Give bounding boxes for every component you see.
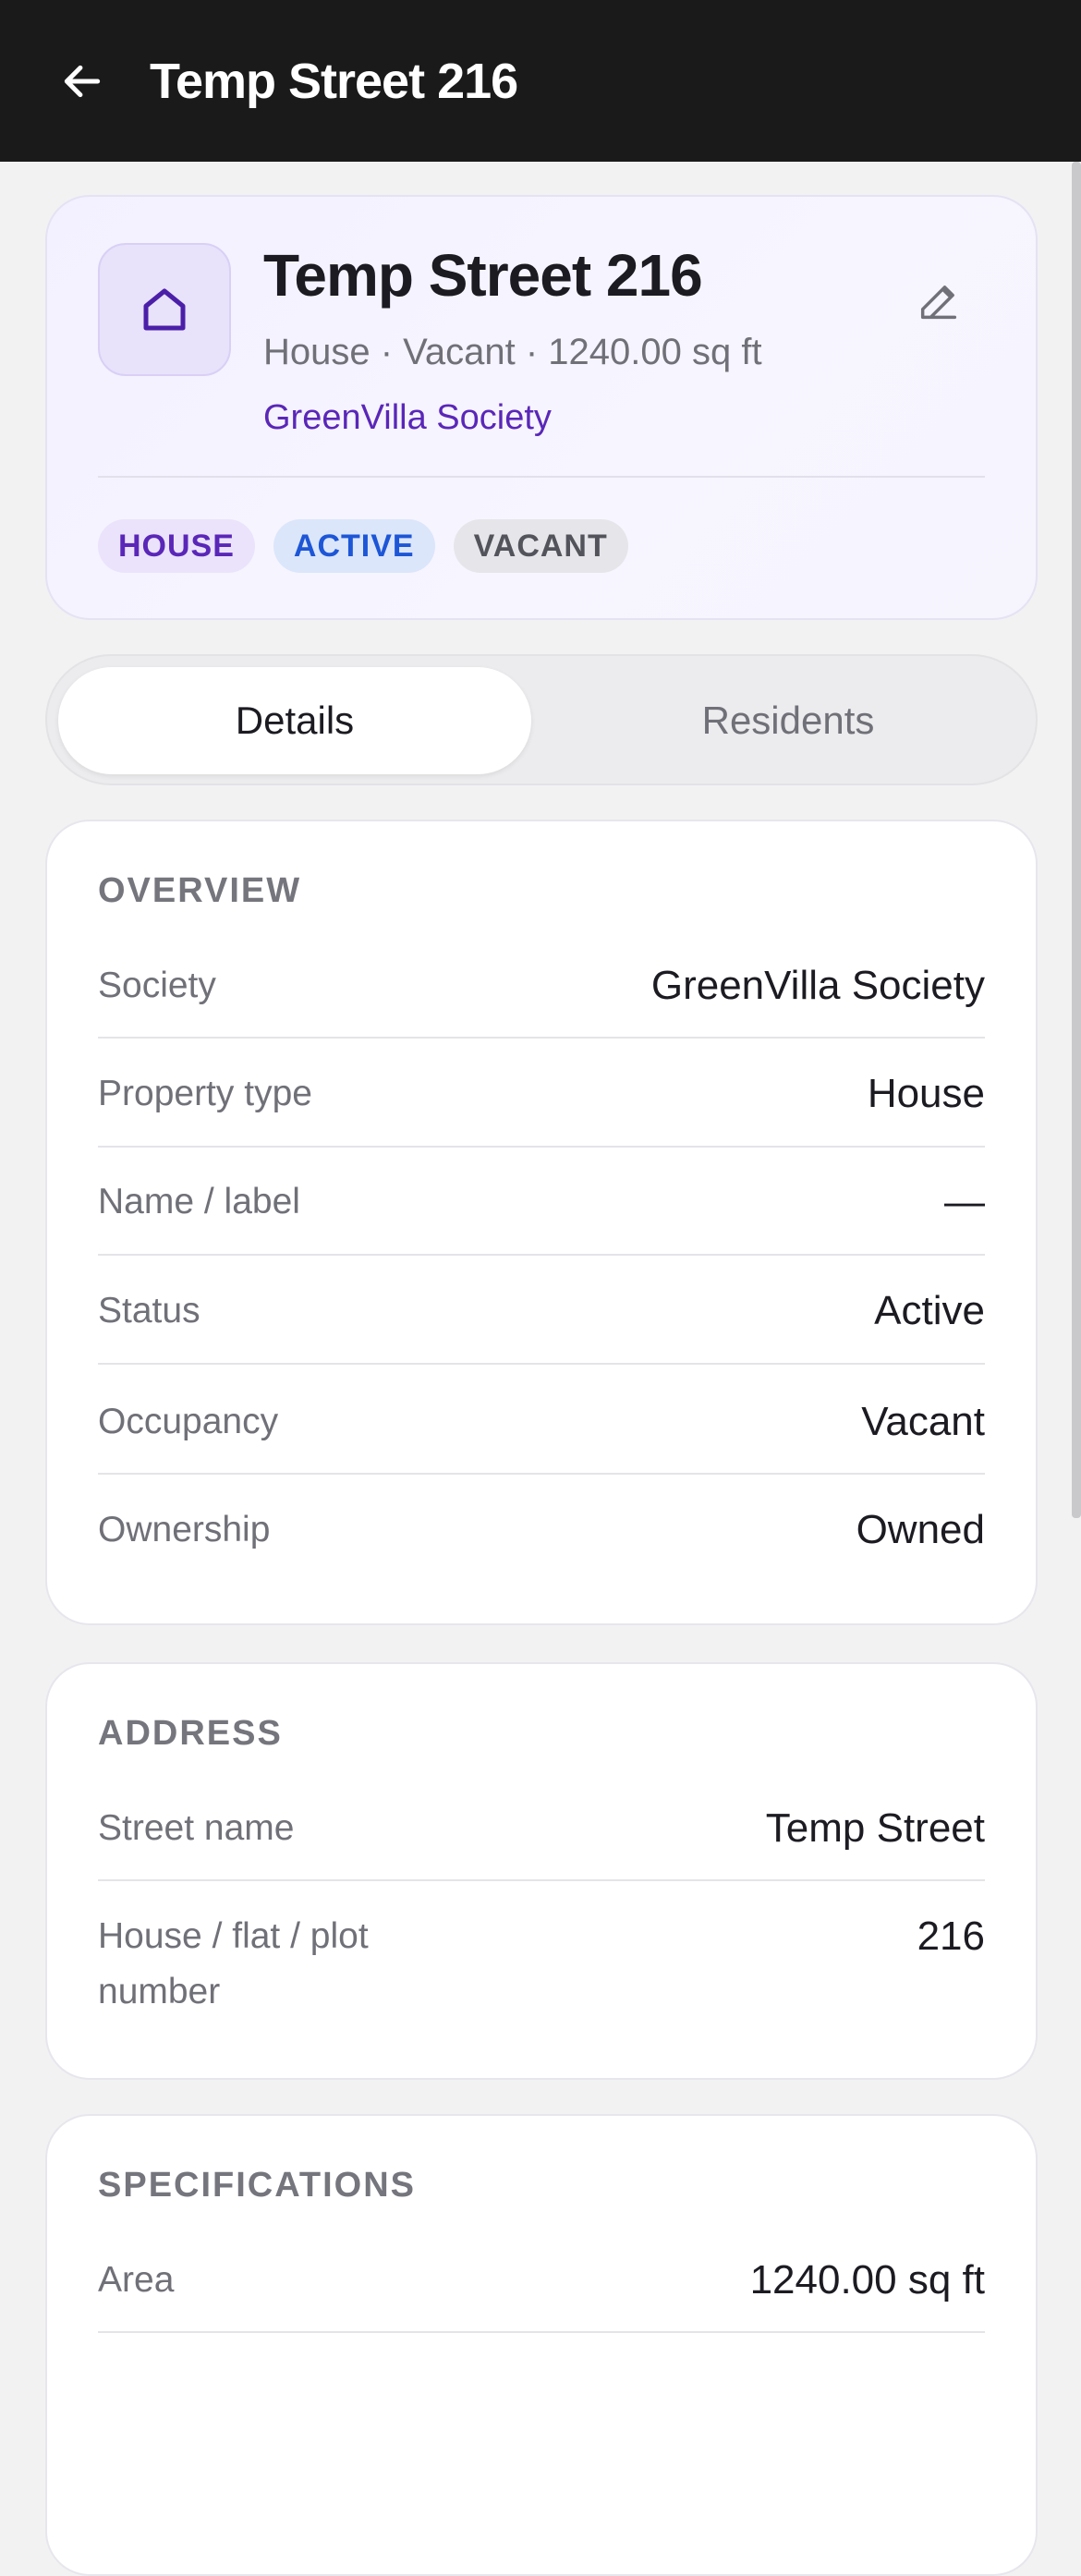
overview-card: OVERVIEW Society GreenVilla Society Prop…	[45, 820, 1038, 1625]
section-title: ADDRESS	[98, 1714, 283, 1753]
row-label: Occupancy	[98, 1402, 279, 1441]
row-value: House	[867, 1071, 985, 1116]
row-label: Status	[98, 1291, 200, 1331]
row-value: 216	[917, 1914, 985, 1959]
row-value: GreenVilla Society	[650, 963, 985, 1008]
row-value: Temp Street	[765, 1805, 985, 1851]
house-icon	[143, 288, 186, 331]
row-divider	[98, 1363, 985, 1365]
row-label: Ownership	[98, 1510, 271, 1549]
specifications-card: SPECIFICATIONS Area 1240.00 sq ft	[45, 2114, 1038, 2576]
row-value: Vacant	[861, 1399, 985, 1444]
back-button[interactable]	[41, 40, 124, 123]
detail-row-street-name: Street name Temp Street	[98, 1801, 985, 1856]
row-value: Active	[874, 1288, 985, 1333]
status-badge: ACTIVE	[273, 519, 435, 573]
detail-row-name-label: Name / label —	[98, 1174, 985, 1230]
detail-row-house-number: House / flat / plot number 216	[98, 1909, 985, 2020]
arrow-left-icon	[64, 65, 101, 97]
top-app-bar: Temp Street 216	[0, 0, 1081, 162]
status-badges: HOUSE ACTIVE VACANT	[98, 519, 628, 573]
row-value: Owned	[856, 1507, 985, 1552]
property-icon-tile	[98, 243, 231, 376]
row-value: 1240.00 sq ft	[749, 2257, 985, 2303]
row-divider	[98, 1037, 985, 1039]
tab-switcher: Details Residents	[45, 654, 1038, 785]
detail-row-property-type: Property type House	[98, 1066, 985, 1122]
row-divider	[98, 1879, 985, 1881]
row-divider	[98, 1254, 985, 1256]
property-summary-card: Temp Street 216 House · Vacant · 1240.00…	[45, 195, 1038, 620]
type-badge: HOUSE	[98, 519, 255, 573]
section-title: SPECIFICATIONS	[98, 2166, 416, 2205]
row-divider	[98, 1473, 985, 1475]
row-divider	[98, 2331, 985, 2333]
row-label: House / flat / plot number	[98, 1916, 369, 2011]
tab-residents[interactable]: Residents	[552, 667, 1025, 774]
edit-button[interactable]	[906, 269, 971, 334]
row-label: Property type	[98, 1074, 312, 1113]
detail-row-occupancy: Occupancy Vacant	[98, 1394, 985, 1450]
detail-row-area: Area 1240.00 sq ft	[98, 2253, 985, 2308]
detail-row-ownership: Ownership Owned	[98, 1502, 985, 1558]
property-subtitle: House · Vacant · 1240.00 sq ft	[263, 332, 762, 372]
row-label: Society	[98, 966, 216, 1005]
pencil-icon	[920, 286, 957, 320]
row-label: Area	[98, 2260, 175, 2300]
row-label: Street name	[98, 1808, 295, 1848]
section-title: OVERVIEW	[98, 871, 302, 910]
row-label: Name / label	[98, 1182, 300, 1221]
divider	[98, 476, 985, 478]
property-title: Temp Street 216	[263, 242, 703, 309]
row-divider	[98, 1146, 985, 1148]
occupancy-badge: VACANT	[453, 519, 628, 573]
address-card: ADDRESS Street name Temp Street House / …	[45, 1662, 1038, 2080]
detail-row-society: Society GreenVilla Society	[98, 958, 985, 1014]
scrollbar[interactable]	[1072, 162, 1081, 1518]
society-link[interactable]: GreenVilla Society	[263, 398, 552, 438]
detail-row-status: Status Active	[98, 1283, 985, 1339]
page-title: Temp Street 216	[150, 53, 518, 109]
row-value: —	[944, 1179, 985, 1224]
tab-details[interactable]: Details	[58, 667, 531, 774]
